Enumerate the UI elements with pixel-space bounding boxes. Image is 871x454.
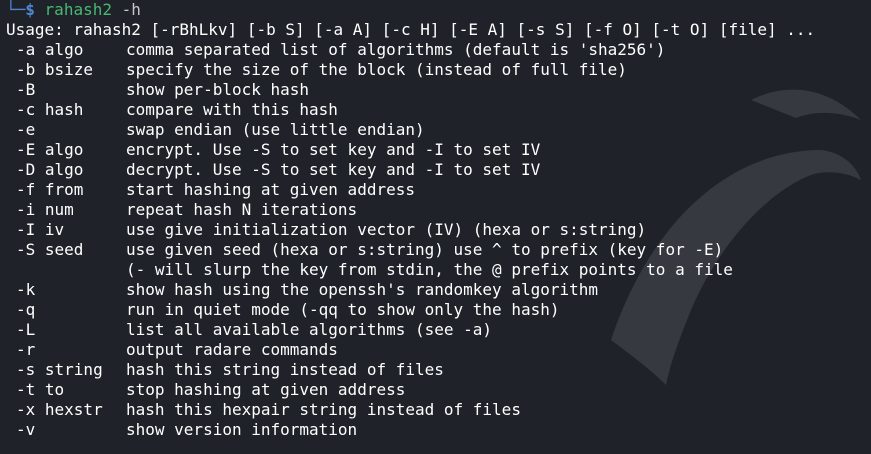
option-line: -c hash compare with this hash xyxy=(6,100,866,120)
option-flag: -B xyxy=(16,80,36,99)
option-line: -D algo decrypt. Use -S to set key and -I… xyxy=(6,160,866,180)
option-flag: -E algo xyxy=(16,140,84,159)
option-flag: -s string xyxy=(16,360,103,379)
option-description: repeat hash N iterations xyxy=(126,200,358,219)
prompt-flag: -h xyxy=(121,0,141,19)
option-flag: -q xyxy=(16,300,36,319)
option-line: -B show per-block hash xyxy=(6,80,866,100)
option-description: start hashing at given address xyxy=(126,180,415,199)
terminal-window[interactable]: └─$ rahash2 -h Usage: rahash2 [-rBhLkv] … xyxy=(0,0,871,454)
option-flag: -x hexstr xyxy=(16,400,103,419)
option-line: (- will slurp the key from stdin, the @ … xyxy=(6,260,866,280)
option-description: show version information xyxy=(126,420,358,439)
option-flag: -a algo xyxy=(16,40,84,59)
option-line: -I iv use give initialization vector (IV)… xyxy=(6,220,866,240)
option-line: -f from start hashing at given address xyxy=(6,180,866,200)
prompt-line: └─$ rahash2 -h xyxy=(6,0,866,20)
option-line: -x hexstr hash this hexpair string instea… xyxy=(6,400,866,420)
option-description: stop hashing at given address xyxy=(126,380,406,399)
prompt-command: rahash2 xyxy=(44,0,112,19)
option-line: -b bsize specify the size of the block (i… xyxy=(6,60,866,80)
option-line: -e swap endian (use little endian) xyxy=(6,120,866,140)
options-list: -a algo comma separated list of algorithm… xyxy=(6,40,866,440)
option-description: encrypt. Use -S to set key and -I to set… xyxy=(126,140,541,159)
usage-line: Usage: rahash2 [-rBhLkv] [-b S] [-a A] [… xyxy=(6,20,816,39)
option-description: list all available algorithms (see -a) xyxy=(126,320,493,339)
option-description: (- will slurp the key from stdin, the @ … xyxy=(126,260,733,279)
option-description: use give initialization vector (IV) (hex… xyxy=(126,220,647,239)
option-description: show per-block hash xyxy=(126,80,310,99)
option-flag: -S seed xyxy=(16,240,84,259)
option-flag: -I iv xyxy=(16,220,65,239)
option-description: swap endian (use little endian) xyxy=(126,120,425,139)
option-line: -q run in quiet mode (-qq to show only th… xyxy=(6,300,866,320)
option-flag: -f from xyxy=(16,180,84,199)
option-flag xyxy=(6,260,126,280)
option-description: specify the size of the block (instead o… xyxy=(126,60,627,79)
option-flag: -L xyxy=(16,320,36,339)
option-description: hash this string instead of files xyxy=(126,360,444,379)
option-description: show hash using the openssh's randomkey … xyxy=(126,280,599,299)
option-description: hash this hexpair string instead of file… xyxy=(126,400,521,419)
prompt-dollar: $ xyxy=(25,0,35,19)
option-line: -k show hash using the openssh's randomke… xyxy=(6,280,866,300)
option-line: -L list all available algorithms (see -a) xyxy=(6,320,866,340)
option-line: -S seed use given seed (hexa or s:string)… xyxy=(6,240,866,260)
option-description: output radare commands xyxy=(126,340,338,359)
option-description: compare with this hash xyxy=(126,100,338,119)
option-flag: -b bsize xyxy=(16,60,94,79)
option-line: -E algo encrypt. Use -S to set key and -I… xyxy=(6,140,866,160)
option-flag: -e xyxy=(16,120,36,139)
option-flag: -i num xyxy=(16,200,74,219)
option-flag: -t to xyxy=(16,380,65,399)
terminal-output: └─$ rahash2 -h Usage: rahash2 [-rBhLkv] … xyxy=(6,0,866,440)
option-line: -v show version information xyxy=(6,420,866,440)
option-flag: -v xyxy=(16,420,36,439)
option-line: -s string hash this string instead of fil… xyxy=(6,360,866,380)
option-flag: -D algo xyxy=(16,160,84,179)
option-line: -r output radare commands xyxy=(6,340,866,360)
option-line: -t to stop hashing at given address xyxy=(6,380,866,400)
option-description: decrypt. Use -S to set key and -I to set… xyxy=(126,160,541,179)
option-line: -a algo comma separated list of algorithm… xyxy=(6,40,866,60)
option-flag: -r xyxy=(16,340,36,359)
option-description: use given seed (hexa or s:string) use ^ … xyxy=(126,240,724,259)
option-description: comma separated list of algorithms (defa… xyxy=(126,40,666,59)
prompt-corner: └─ xyxy=(6,0,26,19)
option-description: run in quiet mode (-qq to show only the … xyxy=(126,300,560,319)
option-flag: -c hash xyxy=(16,100,84,119)
option-line: -i num repeat hash N iterations xyxy=(6,200,866,220)
option-flag: -k xyxy=(16,280,36,299)
